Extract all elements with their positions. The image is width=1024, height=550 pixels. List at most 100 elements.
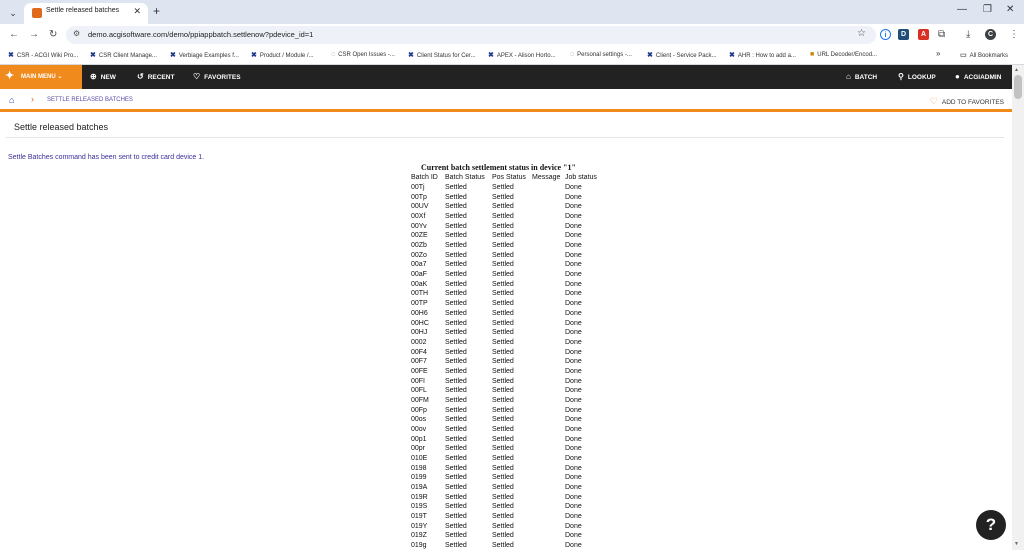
table-row: 019R Settled Settled Done	[0, 494, 1012, 504]
nav-favorites[interactable]: ♡ FAVORITES	[193, 72, 241, 81]
cell-pos-status: Settled	[492, 251, 514, 259]
cell-batch-status: Settled	[445, 455, 467, 463]
nav-new[interactable]: ⊕ NEW	[90, 72, 116, 81]
bookmark-item[interactable]: ✖ APEX - Alison Horto...	[488, 51, 556, 59]
cell-batch-id: 00FM	[411, 396, 429, 404]
table-row: 00Tj Settled Settled Done	[0, 184, 1012, 194]
cell-pos-status: Settled	[492, 203, 514, 211]
cell-batch-id: 00FE	[411, 367, 428, 375]
site-info-icon[interactable]: ⚙	[73, 29, 80, 38]
cell-pos-status: Settled	[492, 193, 514, 201]
tab-search-icon[interactable]: ⌄	[6, 6, 20, 20]
cell-job-status: Done	[565, 474, 582, 482]
page-scrollbar[interactable]: ▲ ▼	[1012, 65, 1024, 550]
bookmark-item[interactable]: ✖ Verbiage Examples f...	[170, 51, 239, 59]
browser-menu-icon[interactable]: ⋮	[1009, 29, 1019, 40]
cell-pos-status: Settled	[492, 406, 514, 414]
acgi-logo-icon: ✦	[5, 70, 15, 82]
bookmark-item[interactable]: ◌ CSR Open Issues -...	[331, 51, 395, 58]
bookmark-star-icon[interactable]: ☆	[857, 28, 866, 39]
cell-job-status: Done	[565, 232, 582, 240]
bookmark-item[interactable]: ✖ Product / Module /...	[251, 51, 314, 59]
breadcrumb[interactable]: SETTLE RELEASED BATCHES	[47, 97, 133, 103]
cell-batch-id: 00Tj	[411, 184, 425, 191]
column-header-message: Message	[532, 174, 561, 181]
nav-user[interactable]: ● ACGIADMIN	[955, 72, 1001, 81]
cell-batch-status: Settled	[445, 319, 467, 327]
cell-pos-status: Settled	[492, 309, 514, 317]
reload-icon[interactable]: ↻	[49, 29, 57, 40]
back-icon[interactable]: ←	[9, 29, 19, 40]
bookmark-item[interactable]: ✖ CSR Client Manage...	[90, 51, 157, 59]
browser-tab[interactable]: Settle released batches ✕	[24, 3, 148, 24]
bookmark-item[interactable]: ✖ Client - Service Pack...	[647, 51, 717, 59]
cell-batch-id: 00Xf	[411, 213, 426, 221]
table-row: 00Yv Settled Settled Done	[0, 223, 1012, 233]
add-to-favorites-button[interactable]: ♡ ADD TO FAVORITES	[930, 96, 1004, 107]
address-bar[interactable]: ⚙ demo.acgisoftware.com/demo/ppiappbatch…	[66, 26, 876, 44]
extension-info-icon[interactable]: i	[880, 29, 891, 40]
nav-batch[interactable]: ⌂ BATCH	[846, 72, 877, 81]
download-icon[interactable]: ⤓	[966, 29, 970, 40]
bookmark-item[interactable]: ■ URL Decoder/Encod...	[810, 51, 877, 58]
help-button[interactable]: ?	[976, 510, 1006, 540]
cell-pos-status: Settled	[492, 280, 514, 288]
new-tab-icon[interactable]: +	[153, 4, 160, 18]
restore-icon[interactable]: ❐	[983, 4, 992, 15]
cell-batch-status: Settled	[445, 532, 467, 540]
scroll-down-icon[interactable]: ▼	[1014, 541, 1019, 547]
cell-job-status: Done	[565, 426, 582, 433]
cell-batch-status: Settled	[445, 261, 467, 269]
table-row: 00FE Settled Settled Done	[0, 368, 1012, 378]
cell-batch-id: 00TH	[411, 290, 429, 298]
bookmarks-overflow-icon[interactable]: »	[936, 49, 940, 58]
cell-batch-id: 00a7	[411, 261, 427, 269]
cell-batch-status: Settled	[445, 367, 467, 375]
cell-batch-id: 019g	[411, 542, 427, 550]
bookmark-item[interactable]: ◌ Personal settings -...	[570, 51, 632, 58]
cell-pos-status: Settled	[492, 493, 514, 501]
scroll-up-icon[interactable]: ▲	[1014, 67, 1019, 73]
cell-pos-status: Settled	[492, 348, 514, 356]
bank-icon: ⌂	[846, 72, 851, 81]
cell-batch-id: 019S	[411, 503, 428, 511]
bookmark-item[interactable]: ✖ CSR - ACGI Wiki Pro...	[8, 51, 78, 59]
cell-job-status: Done	[565, 329, 582, 337]
cell-batch-id: 00FI	[411, 377, 426, 385]
cell-batch-status: Settled	[445, 222, 467, 230]
extensions-puzzle-icon[interactable]: ⧉	[938, 29, 945, 40]
table-row: 00p1 Settled Settled Done	[0, 436, 1012, 446]
home-icon[interactable]: ⌂	[9, 95, 14, 105]
cell-batch-status: Settled	[445, 445, 467, 453]
table-row: 00Fp Settled Settled Done	[0, 407, 1012, 417]
bookmark-item[interactable]: ✖ Client Status for Cer...	[408, 51, 476, 59]
column-header-batch-status: Batch Status	[445, 174, 485, 181]
main-menu-button[interactable]: ✦ MAIN MENU ⌄	[0, 65, 82, 89]
table-row: 019g Settled Settled Done	[0, 542, 1012, 550]
nav-recent[interactable]: ↺ RECENT	[137, 72, 174, 81]
extension-d-icon[interactable]: D	[898, 29, 909, 40]
cell-batch-status: Settled	[445, 513, 467, 521]
bookmark-item[interactable]: ✖ AHR : How to add a...	[729, 51, 796, 59]
close-tab-icon[interactable]: ✕	[133, 6, 141, 17]
all-bookmarks[interactable]: ▭ All Bookmarks	[960, 51, 1008, 59]
cell-job-status: Done	[565, 213, 582, 221]
bookmark-tool-icon: ■	[810, 51, 815, 58]
scrollbar-thumb[interactable]	[1014, 75, 1022, 99]
chevron-right-icon: ›	[31, 94, 34, 104]
bookmark-x-icon: ✖	[8, 52, 14, 59]
nav-lookup[interactable]: ⚲ LOOKUP	[898, 72, 936, 81]
cell-batch-id: 010E	[411, 455, 428, 463]
url-text[interactable]: demo.acgisoftware.com/demo/ppiappbatch.s…	[88, 30, 313, 39]
table-row: 00Xf Settled Settled Done	[0, 213, 1012, 223]
cell-job-status: Done	[565, 484, 582, 492]
profile-avatar[interactable]: C	[985, 29, 996, 40]
cell-pos-status: Settled	[492, 426, 514, 433]
forward-icon[interactable]: →	[29, 29, 39, 40]
window-close-icon[interactable]: ✕	[1006, 4, 1014, 15]
cell-batch-status: Settled	[445, 387, 467, 395]
extension-pdf-icon[interactable]: A	[918, 29, 929, 40]
minimize-icon[interactable]: —	[957, 4, 967, 15]
cell-batch-status: Settled	[445, 416, 467, 424]
cell-job-status: Done	[565, 532, 582, 540]
